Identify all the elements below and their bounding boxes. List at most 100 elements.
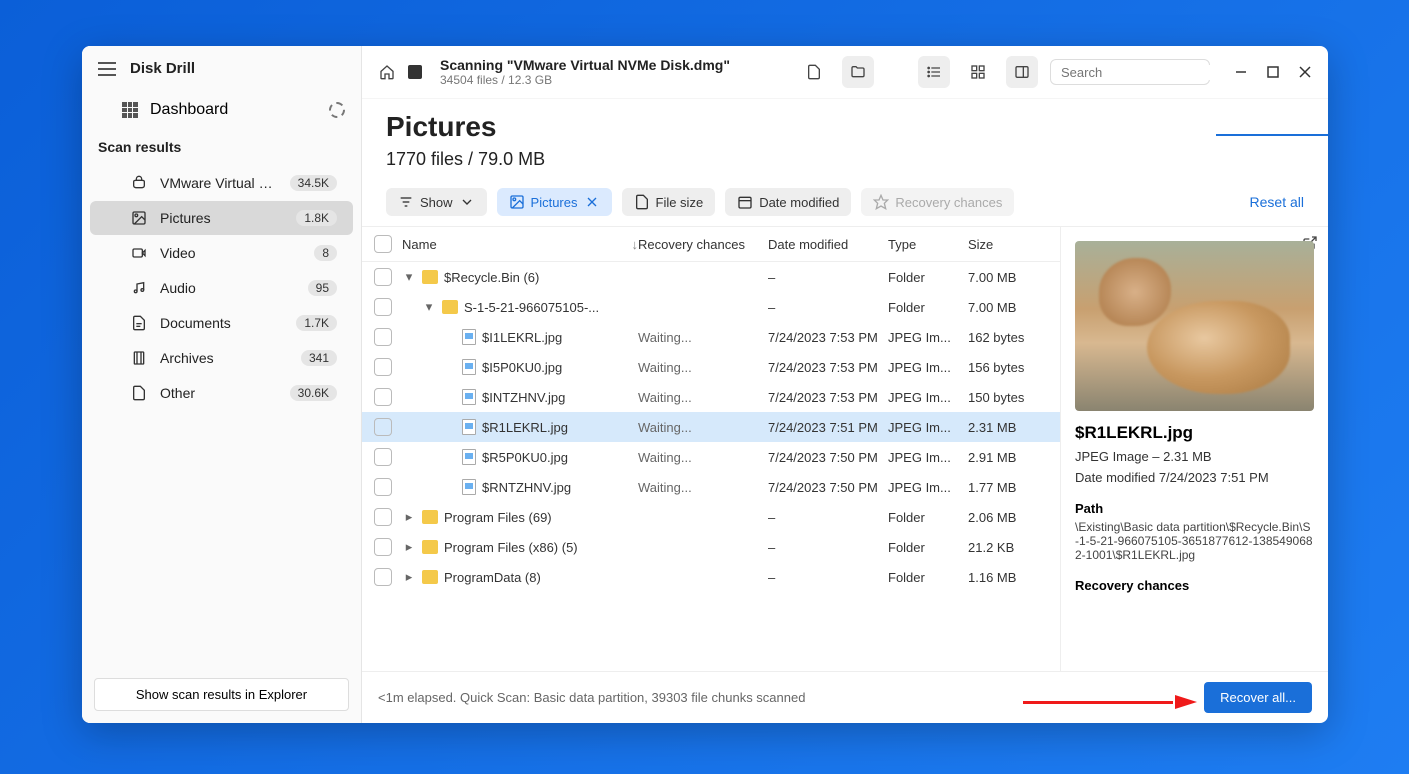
table-row[interactable]: $RNTZHNV.jpg Waiting... 7/24/2023 7:50 P… (362, 472, 1060, 502)
row-type: Folder (888, 270, 968, 285)
show-chip[interactable]: Show (386, 188, 487, 216)
maximize-icon[interactable] (1266, 65, 1280, 79)
expander-icon[interactable]: ▾ (422, 299, 436, 315)
preview-path: \Existing\Basic data partition\$Recycle.… (1075, 520, 1314, 562)
row-checkbox[interactable] (374, 388, 392, 406)
preview-filename: $R1LEKRL.jpg (1075, 423, 1314, 443)
expander-icon[interactable]: ▸ (402, 509, 416, 525)
column-type[interactable]: Type (888, 237, 968, 252)
hamburger-icon[interactable] (98, 62, 116, 76)
sidebar: Disk Drill Dashboard Scan results VMware… (82, 46, 362, 723)
filesize-chip[interactable]: File size (622, 188, 716, 216)
expander-icon[interactable]: ▾ (402, 269, 416, 285)
row-checkbox[interactable] (374, 418, 392, 436)
file-view-icon[interactable] (798, 56, 830, 88)
row-date: – (768, 510, 888, 525)
sidebar-item-vmware-virtual-nvme-[interactable]: VMware Virtual NVMe...34.5K (90, 166, 353, 200)
sidebar-item-label: VMware Virtual NVMe... (160, 175, 278, 191)
expander-icon[interactable]: ▸ (402, 569, 416, 585)
datemod-chip[interactable]: Date modified (725, 188, 851, 216)
row-type: JPEG Im... (888, 330, 968, 345)
row-checkbox[interactable] (374, 328, 392, 346)
scan-info: Scanning "VMware Virtual NVMe Disk.dmg" … (440, 57, 730, 87)
row-checkbox[interactable] (374, 538, 392, 556)
row-size: 2.06 MB (968, 510, 1048, 525)
home-icon[interactable] (378, 63, 396, 81)
row-date: 7/24/2023 7:53 PM (768, 360, 888, 375)
sidebar-item-icon (130, 279, 148, 297)
column-size[interactable]: Size (968, 237, 1048, 252)
preview-recovery-label: Recovery chances (1075, 578, 1314, 593)
row-date: 7/24/2023 7:53 PM (768, 390, 888, 405)
row-checkbox[interactable] (374, 358, 392, 376)
row-date: – (768, 540, 888, 555)
row-date: – (768, 570, 888, 585)
row-type: Folder (888, 540, 968, 555)
row-size: 2.31 MB (968, 420, 1048, 435)
row-checkbox[interactable] (374, 478, 392, 496)
file-icon (462, 419, 476, 435)
sidebar-item-audio[interactable]: Audio95 (90, 271, 353, 305)
sidebar-item-other[interactable]: Other30.6K (90, 376, 353, 410)
sidebar-item-pictures[interactable]: Pictures1.8K (90, 201, 353, 235)
sidebar-item-label: Documents (160, 315, 284, 331)
file-icon (462, 389, 476, 405)
row-size: 162 bytes (968, 330, 1048, 345)
sidebar-item-count: 8 (314, 245, 337, 261)
table-row[interactable]: $INTZHNV.jpg Waiting... 7/24/2023 7:53 P… (362, 382, 1060, 412)
column-recovery[interactable]: Recovery chances (638, 237, 768, 252)
preview-pane: $R1LEKRL.jpg JPEG Image – 2.31 MB Date m… (1060, 227, 1328, 671)
table-row[interactable]: ▸Program Files (x86) (5) – Folder 21.2 K… (362, 532, 1060, 562)
table-row[interactable]: $I1LEKRL.jpg Waiting... 7/24/2023 7:53 P… (362, 322, 1060, 352)
recchance-chip[interactable]: Recovery chances (861, 188, 1014, 216)
column-name[interactable]: Name↓ (402, 237, 638, 252)
table-row[interactable]: $R1LEKRL.jpg Waiting... 7/24/2023 7:51 P… (362, 412, 1060, 442)
table-row[interactable]: ▾S-1-5-21-966075105-... – Folder 7.00 MB (362, 292, 1060, 322)
sidebar-item-documents[interactable]: Documents1.7K (90, 306, 353, 340)
chevron-down-icon (459, 194, 475, 210)
topbar: Scanning "VMware Virtual NVMe Disk.dmg" … (362, 46, 1328, 99)
preview-pane-icon[interactable] (1006, 56, 1038, 88)
row-checkbox[interactable] (374, 268, 392, 286)
close-icon[interactable] (1298, 65, 1312, 79)
remove-chip-icon[interactable] (584, 194, 600, 210)
sidebar-item-count: 30.6K (290, 385, 337, 401)
active-tab-underline (1216, 134, 1328, 136)
file-icon (462, 359, 476, 375)
search-box[interactable] (1050, 59, 1210, 85)
row-checkbox[interactable] (374, 298, 392, 316)
minimize-icon[interactable] (1234, 65, 1248, 79)
list-view-icon[interactable] (918, 56, 950, 88)
sidebar-item-icon (130, 314, 148, 332)
dashboard-nav[interactable]: Dashboard (82, 91, 361, 129)
main-area: Scanning "VMware Virtual NVMe Disk.dmg" … (362, 46, 1328, 723)
calendar-icon (737, 194, 753, 210)
sidebar-item-label: Archives (160, 350, 289, 366)
stop-icon[interactable] (408, 65, 422, 79)
row-type: JPEG Im... (888, 450, 968, 465)
footer-status: <1m elapsed. Quick Scan: Basic data part… (378, 690, 805, 705)
show-in-explorer-button[interactable]: Show scan results in Explorer (94, 678, 349, 711)
sidebar-item-video[interactable]: Video8 (90, 236, 353, 270)
table-row[interactable]: ▸Program Files (69) – Folder 2.06 MB (362, 502, 1060, 532)
reset-all-link[interactable]: Reset all (1250, 194, 1304, 210)
row-checkbox[interactable] (374, 448, 392, 466)
row-checkbox[interactable] (374, 508, 392, 526)
recover-all-button[interactable]: Recover all... (1204, 682, 1312, 713)
pictures-chip[interactable]: Pictures (497, 188, 612, 216)
folder-icon (422, 270, 438, 284)
table-row[interactable]: $R5P0KU0.jpg Waiting... 7/24/2023 7:50 P… (362, 442, 1060, 472)
search-input[interactable] (1061, 65, 1237, 80)
folder-view-icon[interactable] (842, 56, 874, 88)
file-icon (634, 194, 650, 210)
table-row[interactable]: ▾$Recycle.Bin (6) – Folder 7.00 MB (362, 262, 1060, 292)
row-checkbox[interactable] (374, 568, 392, 586)
grid-view-icon[interactable] (962, 56, 994, 88)
column-date[interactable]: Date modified (768, 237, 888, 252)
folder-icon (422, 540, 438, 554)
table-row[interactable]: $I5P0KU0.jpg Waiting... 7/24/2023 7:53 P… (362, 352, 1060, 382)
expander-icon[interactable]: ▸ (402, 539, 416, 555)
select-all-checkbox[interactable] (374, 235, 392, 253)
sidebar-item-archives[interactable]: Archives341 (90, 341, 353, 375)
table-row[interactable]: ▸ProgramData (8) – Folder 1.16 MB (362, 562, 1060, 592)
